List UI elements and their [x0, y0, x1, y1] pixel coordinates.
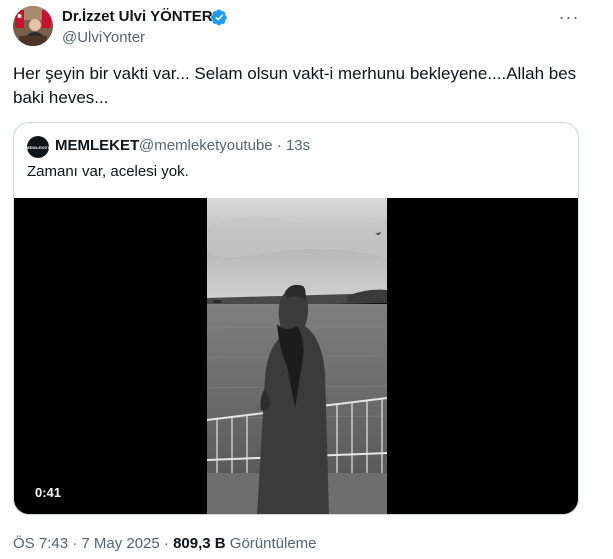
- video-still: [207, 198, 387, 514]
- author-handle[interactable]: @UlviYonter: [62, 29, 145, 46]
- tweet-text: Her şeyin bir vakti var... Selam olsun v…: [13, 64, 577, 107]
- quoted-tweet[interactable]: MEMLEKET MEMLEKET @memleketyoutube · 13s…: [13, 122, 579, 515]
- video-player[interactable]: 0:41: [14, 198, 578, 514]
- verified-badge-icon: [211, 9, 227, 26]
- author-avatar-image: [13, 6, 53, 46]
- quoted-author-name[interactable]: MEMLEKET: [55, 137, 139, 154]
- tweet-footer: ÖS 7:43 · 7 May 2025 · 809,3 B Görüntüle…: [13, 535, 317, 552]
- author-avatar[interactable]: [13, 6, 53, 46]
- quoted-author-avatar[interactable]: MEMLEKET: [26, 136, 50, 158]
- views-label: Görüntüleme: [225, 535, 317, 552]
- author-name[interactable]: Dr.İzzet Ulvi YÖNTER: [62, 8, 213, 25]
- more-options-icon[interactable]: ···: [558, 6, 580, 28]
- tweet: Dr.İzzet Ulvi YÖNTER @UlviYonter ··· Her…: [0, 0, 613, 559]
- quoted-tweet-text: Zamanı var, acelesi yok.: [27, 163, 189, 180]
- video-duration: 0:41: [35, 485, 62, 500]
- views-count: 809,3 B: [173, 535, 226, 552]
- video-frame: [207, 198, 387, 514]
- tweet-timestamp[interactable]: ÖS 7:43 · 7 May 2025 ·: [13, 535, 173, 552]
- quoted-author-meta: @memleketyoutube · 13s: [139, 137, 311, 154]
